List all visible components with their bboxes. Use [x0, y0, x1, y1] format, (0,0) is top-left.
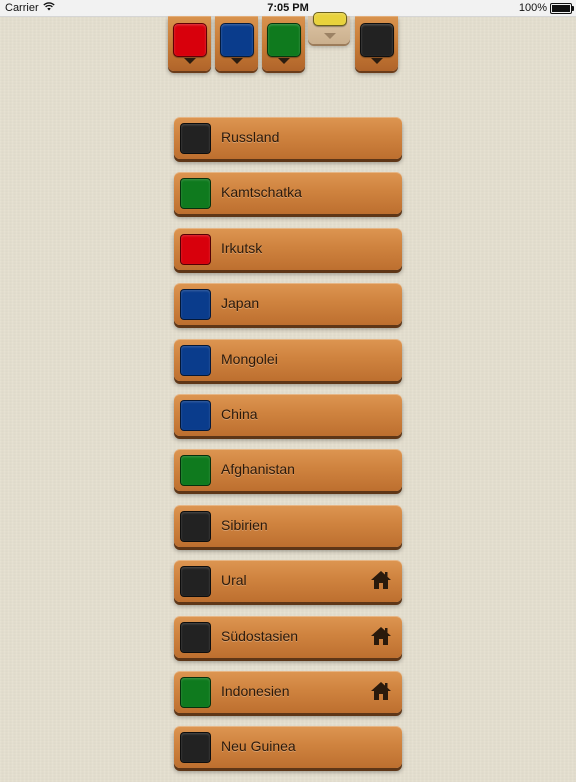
home-icon	[370, 569, 392, 591]
color-swatch-black[interactable]	[355, 16, 398, 71]
owner-color-square	[180, 676, 211, 708]
color-swatch-blue[interactable]	[215, 16, 258, 71]
color-square	[173, 23, 207, 57]
owner-color-square	[180, 178, 211, 210]
chevron-down-icon	[324, 33, 336, 39]
owner-color-square	[180, 399, 211, 431]
battery-percent: 100%	[518, 2, 547, 14]
owner-color-square	[180, 621, 211, 653]
territory-label: Ural	[221, 572, 247, 589]
chevron-down-icon	[184, 58, 196, 64]
color-palette	[0, 12, 576, 76]
territory-label: China	[221, 405, 258, 422]
territory-row[interactable]: Kamtschatka	[174, 172, 402, 215]
owner-color-square	[180, 289, 211, 321]
color-square	[313, 12, 347, 26]
color-square	[267, 23, 301, 57]
territory-label: Kamtschatka	[221, 184, 302, 201]
owner-color-square	[180, 510, 211, 542]
clock: 7:05 PM	[267, 2, 309, 14]
status-bar-right: 100%	[518, 2, 574, 14]
territory-row[interactable]: China	[174, 393, 402, 436]
territory-label: Südostasien	[221, 627, 299, 644]
territory-label: Neu Guinea	[221, 738, 296, 755]
owner-color-square	[180, 732, 211, 764]
color-square	[220, 23, 254, 57]
territory-row[interactable]: Russland	[174, 117, 402, 159]
territory-row[interactable]: Japan	[174, 283, 402, 326]
territory-row[interactable]: Afghanistan	[174, 449, 402, 492]
territory-label: Mongolei	[221, 350, 278, 367]
territory-label: Sibirien	[221, 516, 268, 533]
color-swatch-red[interactable]	[168, 16, 211, 71]
territory-label: Russland	[221, 129, 280, 145]
color-swatch-yellow[interactable]	[308, 12, 350, 44]
color-swatch-green[interactable]	[262, 16, 305, 71]
home-icon	[370, 625, 392, 647]
owner-color-square	[180, 344, 211, 376]
territory-row[interactable]: Südostasien	[174, 615, 402, 658]
territory-label: Indonesien	[221, 682, 290, 699]
status-bar: Carrier 7:05 PM 100%	[0, 0, 576, 17]
chevron-down-icon	[231, 58, 243, 64]
battery-icon	[550, 2, 574, 14]
chevron-down-icon	[278, 58, 290, 64]
territory-row[interactable]: Irkutsk	[174, 227, 402, 270]
territory-row[interactable]: Ural	[174, 560, 402, 603]
home-icon	[370, 680, 392, 702]
territory-label: Japan	[221, 295, 260, 312]
territory-row[interactable]: Indonesien	[174, 670, 402, 713]
territory-row[interactable]: Mongolei	[174, 338, 402, 381]
owner-color-square	[180, 566, 211, 598]
color-square	[360, 23, 394, 57]
territory-label: Irkutsk	[221, 239, 263, 256]
territory-list: Russland Kamtschatka Irkutsk Japan Mongolei C…	[174, 117, 402, 782]
territory-row[interactable]: Neu Guinea	[174, 726, 402, 769]
territory-row[interactable]: Sibirien	[174, 504, 402, 547]
territory-label: Afghanistan	[221, 461, 295, 478]
owner-color-square	[180, 455, 211, 487]
owner-color-square	[180, 233, 211, 265]
chevron-down-icon	[371, 58, 383, 64]
owner-color-square	[180, 123, 211, 154]
